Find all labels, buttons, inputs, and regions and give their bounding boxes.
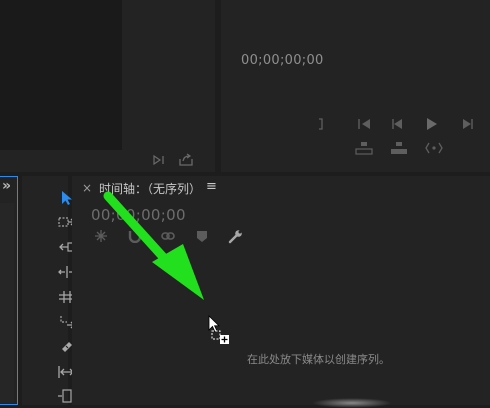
export-frame-icon[interactable] bbox=[150, 152, 168, 168]
step-forward-icon[interactable] bbox=[457, 115, 477, 133]
green-annotation-arrow-icon bbox=[103, 191, 204, 300]
bottom-glow bbox=[312, 398, 392, 408]
go-to-in-icon[interactable] bbox=[355, 115, 375, 133]
mark-out-icon[interactable] bbox=[313, 115, 329, 133]
source-monitor-viewport bbox=[0, 0, 122, 150]
project-panel bbox=[0, 176, 18, 405]
project-panel-inner bbox=[0, 203, 14, 403]
play-icon[interactable] bbox=[422, 115, 442, 133]
share-icon[interactable] bbox=[176, 151, 196, 167]
source-monitor-panel bbox=[0, 0, 215, 172]
timeline-settings-wrench-icon[interactable] bbox=[226, 228, 244, 244]
drag-cursor-icon bbox=[208, 315, 229, 344]
lift-icon[interactable] bbox=[353, 140, 375, 156]
extract-icon[interactable] bbox=[388, 140, 410, 156]
tools-panel bbox=[22, 176, 76, 405]
export-frame-program-icon[interactable] bbox=[423, 140, 445, 156]
panel-collapse-button[interactable]: » bbox=[2, 178, 11, 194]
step-back-icon[interactable] bbox=[389, 115, 407, 133]
timeline-tab-close-button[interactable]: × bbox=[82, 181, 92, 195]
program-timecode[interactable]: 00;00;00;00 bbox=[241, 53, 324, 68]
program-monitor-panel: 00;00;00;00 bbox=[221, 0, 490, 172]
drop-media-hint[interactable]: 在此处放下媒体以创建序列。 bbox=[247, 351, 390, 367]
